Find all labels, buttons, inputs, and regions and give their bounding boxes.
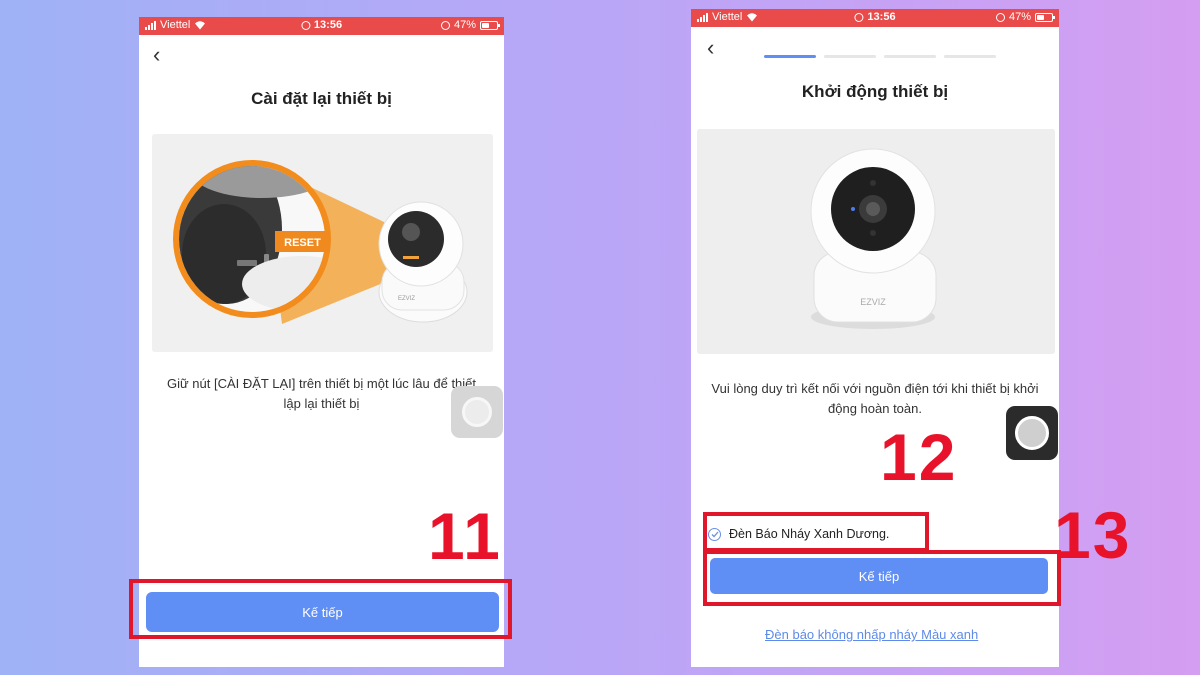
wifi-icon: [747, 13, 758, 22]
light-not-blinking-link[interactable]: Đèn báo không nhấp nháy Màu xanh: [765, 627, 978, 642]
wifi-icon: [195, 21, 206, 30]
progress-step: [824, 55, 876, 58]
alarm-icon: [300, 20, 310, 30]
back-button[interactable]: ‹: [153, 44, 160, 66]
battery-percent: 47%: [453, 19, 476, 31]
assistive-touch-icon: [462, 397, 492, 427]
progress-step: [884, 55, 936, 58]
camera-illustration: EZVIZ: [697, 129, 1055, 354]
signal-icon: [697, 12, 708, 22]
carrier-name: Viettel: [712, 11, 743, 23]
highlight-box-next-right: [703, 550, 1061, 606]
reset-tag-label: RESET: [284, 237, 321, 249]
instruction-text: Vui lòng duy trì kết nối với nguồn điện …: [711, 381, 1039, 416]
page-title: Khởi động thiết bị: [801, 82, 949, 101]
clock: 13:56: [867, 11, 896, 23]
battery-icon: [1035, 12, 1055, 22]
clock: 13:56: [313, 19, 343, 31]
reset-illustration: EZVIZ RESET: [152, 134, 493, 352]
lock-rotation-icon: [995, 12, 1005, 22]
carrier-name: Viettel: [160, 19, 191, 31]
brand-logo: EZVIZ: [398, 296, 415, 302]
step-number-11: 11: [428, 499, 502, 573]
camera-reset-image: EZVIZ RESET: [152, 134, 493, 352]
assistive-touch-button[interactable]: [451, 386, 503, 438]
assistive-touch-button[interactable]: [1006, 406, 1058, 460]
instruction-text: Giữ nút [CÀI ĐẶT LẠI] trên thiết bị một …: [166, 376, 477, 411]
status-bar: Viettel 13:56 47%: [691, 9, 1059, 27]
signal-icon: [145, 20, 156, 30]
camera-image: EZVIZ: [697, 129, 1055, 354]
back-button[interactable]: ‹: [707, 37, 714, 59]
step-number-12: 12: [880, 420, 958, 494]
status-bar: Viettel 13:56 47%: [139, 17, 504, 35]
alarm-icon: [854, 12, 864, 22]
brand-logo: EZVIZ: [860, 297, 886, 307]
highlight-box-next-left: [129, 579, 512, 639]
highlight-box-checkbox: [703, 512, 929, 552]
page-title: Cài đặt lại thiết bị: [251, 89, 392, 108]
lock-rotation-icon: [440, 20, 450, 30]
step-number-13: 13: [1054, 498, 1132, 572]
progress-step: [764, 55, 816, 58]
progress-step: [944, 55, 996, 58]
assistive-touch-icon: [1015, 416, 1049, 450]
battery-icon: [480, 20, 500, 30]
battery-percent: 47%: [1008, 11, 1031, 23]
